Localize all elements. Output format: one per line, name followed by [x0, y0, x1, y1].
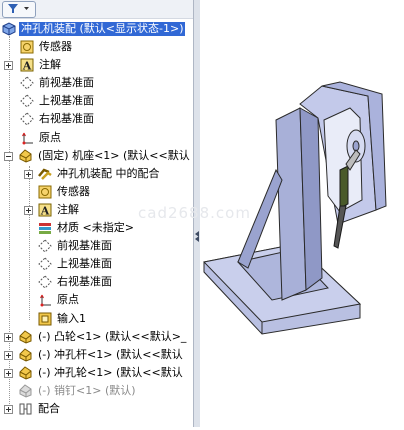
- mate-icon: [38, 168, 52, 180]
- funnel-filter-icon: [8, 4, 29, 13]
- plane-icon: [38, 275, 52, 290]
- tree-item-row[interactable]: 传感器: [0, 38, 193, 56]
- expand-icon[interactable]: [4, 332, 13, 342]
- graphics-viewport[interactable]: cad2688.com: [138, 0, 404, 427]
- tree-root-row[interactable]: 冲孔机装配 (默认<显示状态-1>): [0, 20, 193, 38]
- tree-root-label[interactable]: 冲孔机装配 (默认<显示状态-1>): [19, 22, 186, 36]
- tree-item-label: 前视基准面: [39, 76, 94, 90]
- tree-item-label: 右视基准面: [39, 112, 94, 126]
- plane-icon: [20, 94, 34, 109]
- tree-item-label: (-) 销钉<1> (默认): [38, 383, 136, 397]
- tree-item-row[interactable]: 原点: [0, 291, 193, 309]
- tree-item-row[interactable]: 上视基准面: [0, 92, 193, 110]
- origin-icon: [40, 295, 51, 307]
- filter-button[interactable]: [2, 1, 36, 18]
- part-suppressed-icon: [19, 384, 32, 398]
- watermark-text: cad2688.com: [138, 204, 251, 222]
- tree-item-label: 原点: [39, 130, 61, 144]
- tree-item-label: 上视基准面: [39, 94, 94, 108]
- material-icon: [39, 223, 51, 234]
- tree-item-label: 传感器: [39, 40, 72, 53]
- tree-item-label: 配合: [38, 402, 60, 415]
- tree-item-label: (固定) 机座<1> (默认<<默认: [38, 148, 190, 162]
- annotation-icon: A: [38, 203, 52, 217]
- filter-toolbar: [0, 0, 193, 19]
- tree-item-row[interactable]: A 注解: [0, 56, 193, 74]
- tree-item-row[interactable]: (-) 凸轮<1> (默认<<默认>_: [0, 328, 193, 346]
- plane-icon: [38, 257, 52, 271]
- tree-item-row[interactable]: 右视基准面: [0, 110, 193, 128]
- sensor-icon: [20, 40, 34, 54]
- tree-item-label: (-) 冲孔杆<1> (默认<<默认: [38, 347, 183, 361]
- tree-item-row[interactable]: 上视基准面: [0, 255, 193, 273]
- tree-item-row[interactable]: 配合: [0, 400, 193, 418]
- tree-item-label: 注解: [39, 58, 61, 72]
- tree-item-label: 原点: [57, 293, 79, 307]
- part-icon: [19, 348, 32, 362]
- tree-item-row[interactable]: (-) 冲孔轮<1> (默认<<默认: [0, 364, 193, 382]
- tree-item-label: 输入1: [57, 311, 86, 325]
- tree-item-row[interactable]: 前视基准面: [0, 74, 193, 92]
- tree-item-label: 上视基准面: [57, 257, 112, 271]
- tree-item-row[interactable]: 输入1: [0, 310, 193, 328]
- import-feature-icon: [38, 312, 52, 325]
- tree-item-row[interactable]: 右视基准面: [0, 273, 193, 291]
- tree-item-row[interactable]: (固定) 机座<1> (默认<<默认: [0, 147, 193, 165]
- tree-item-label: 冲孔机装配 中的配合: [57, 166, 160, 180]
- tree-item-label: (-) 冲孔轮<1> (默认<<默认: [38, 365, 183, 379]
- tree-item-row[interactable]: 冲孔机装配 中的配合: [0, 165, 193, 183]
- tree-item-label: 传感器: [57, 184, 90, 198]
- tree-item-label: (-) 凸轮<1> (默认<<默认>_: [38, 329, 187, 343]
- part-icon: [19, 329, 32, 344]
- expand-icon[interactable]: [4, 61, 13, 71]
- part-icon: [19, 148, 32, 163]
- expand-icon[interactable]: [4, 350, 13, 360]
- collapse-icon[interactable]: [4, 151, 13, 161]
- svg-text:A: A: [22, 60, 32, 73]
- assembly-icon: [2, 22, 16, 36]
- tree-item-label: 注解: [57, 202, 79, 216]
- tree-item-label: 右视基准面: [57, 275, 112, 289]
- tree-item-row[interactable]: (-) 销钉<1> (默认): [0, 382, 193, 400]
- tree-item-label: 材质 <未指定>: [57, 221, 134, 234]
- tree-item-row[interactable]: 传感器: [0, 183, 193, 201]
- tree-item-label: 前视基准面: [57, 239, 112, 253]
- plane-icon: [38, 239, 52, 253]
- tree-item-row[interactable]: 原点: [0, 129, 193, 147]
- expand-icon[interactable]: [4, 368, 13, 378]
- origin-icon: [22, 132, 33, 144]
- annotation-icon: A: [20, 58, 34, 73]
- mates-folder-icon: [19, 403, 32, 415]
- expand-icon[interactable]: [4, 405, 13, 414]
- tree-item-row[interactable]: 前视基准面: [0, 237, 193, 255]
- svg-text:A: A: [40, 204, 50, 217]
- part-icon: [19, 366, 32, 380]
- plane-icon: [20, 112, 34, 127]
- tree-item-row[interactable]: (-) 冲孔杆<1> (默认<<默认: [0, 346, 193, 364]
- expand-icon[interactable]: [24, 169, 33, 179]
- expand-icon[interactable]: [24, 205, 33, 215]
- sensor-icon: [38, 185, 52, 199]
- plane-icon: [20, 76, 34, 90]
